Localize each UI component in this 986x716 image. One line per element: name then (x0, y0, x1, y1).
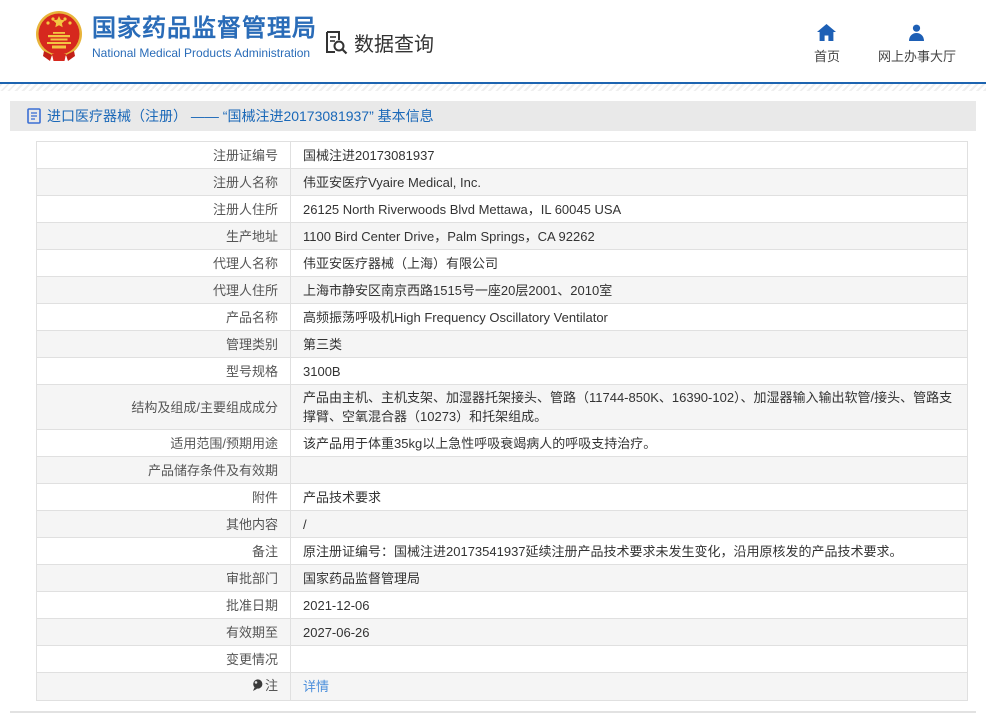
nav-service-hall[interactable]: 网上办事大厅 (878, 24, 956, 65)
table-row: 附件产品技术要求 (37, 484, 968, 511)
breadcrumb-text: 进口医疗器械（注册） —— “国械注进20173081937” 基本信息 (47, 106, 434, 126)
table-row: 代理人住所上海市静安区南京西路1515号一座20层2001、2010室 (37, 277, 968, 304)
row-value: 2027-06-26 (291, 619, 968, 646)
china-national-emblem-icon (34, 9, 84, 65)
org-name-zh: 国家药品监督管理局 (92, 15, 317, 43)
row-value: 1100 Bird Center Drive，Palm Springs，CA 9… (291, 223, 968, 250)
breadcrumb: 进口医疗器械（注册） —— “国械注进20173081937” 基本信息 (10, 101, 976, 131)
row-label: 批准日期 (37, 592, 291, 619)
nav-service-hall-label: 网上办事大厅 (878, 46, 956, 65)
table-row: 注册证编号国械注进20173081937 (37, 142, 968, 169)
row-value: 26125 North Riverwoods Blvd Mettawa，IL 6… (291, 196, 968, 223)
row-label: 注 (37, 673, 291, 701)
table-row: 批准日期2021-12-06 (37, 592, 968, 619)
table-row: 注详情 (37, 673, 968, 701)
info-table-body: 注册证编号国械注进20173081937注册人名称伟亚安医疗Vyaire Med… (37, 142, 968, 701)
row-value: 上海市静安区南京西路1515号一座20层2001、2010室 (291, 277, 968, 304)
row-value: 产品技术要求 (291, 484, 968, 511)
row-label: 变更情况 (37, 646, 291, 673)
detail-link[interactable]: 详情 (303, 679, 329, 694)
table-row: 适用范围/预期用途该产品用于体重35kg以上急性呼吸衰竭病人的呼吸支持治疗。 (37, 430, 968, 457)
row-label: 管理类别 (37, 331, 291, 358)
row-value (291, 646, 968, 673)
row-value: 该产品用于体重35kg以上急性呼吸衰竭病人的呼吸支持治疗。 (291, 430, 968, 457)
table-row: 产品储存条件及有效期 (37, 457, 968, 484)
row-label: 代理人名称 (37, 250, 291, 277)
note-pin-icon (252, 678, 263, 697)
nmpa-logo[interactable]: 国家药品监督管理局 National Medical Products Admi… (34, 9, 317, 65)
table-row: 有效期至2027-06-26 (37, 619, 968, 646)
table-row: 审批部门国家药品监督管理局 (37, 565, 968, 592)
table-row: 注册人名称伟亚安医疗Vyaire Medical, Inc. (37, 169, 968, 196)
home-icon (817, 24, 836, 41)
row-label: 注册证编号 (37, 142, 291, 169)
row-label: 产品名称 (37, 304, 291, 331)
header-nav: 首页 网上办事大厅 (814, 24, 956, 65)
row-value: 高频振荡呼吸机High Frequency Oscillatory Ventil… (291, 304, 968, 331)
row-value: 伟亚安医疗Vyaire Medical, Inc. (291, 169, 968, 196)
person-icon (908, 24, 925, 41)
table-row: 型号规格3100B (37, 358, 968, 385)
row-label: 附件 (37, 484, 291, 511)
row-value: 国家药品监督管理局 (291, 565, 968, 592)
row-value: 3100B (291, 358, 968, 385)
row-value: 原注册证编号：国械注进20173541937延续注册产品技术要求未发生变化，沿用… (291, 538, 968, 565)
org-name-en: National Medical Products Administration (92, 46, 317, 60)
nav-home-label: 首页 (814, 46, 840, 65)
row-value: 产品由主机、主机支架、加湿器托架接头、管路（11744-850K、16390-1… (291, 385, 968, 430)
org-titles: 国家药品监督管理局 National Medical Products Admi… (92, 15, 317, 60)
row-label: 适用范围/预期用途 (37, 430, 291, 457)
table-row: 注册人住所26125 North Riverwoods Blvd Mettawa… (37, 196, 968, 223)
table-row: 结构及组成/主要组成成分产品由主机、主机支架、加湿器托架接头、管路（11744-… (37, 385, 968, 430)
row-label: 型号规格 (37, 358, 291, 385)
header-hatch-divider (0, 84, 986, 91)
site-header: 国家药品监督管理局 National Medical Products Admi… (0, 0, 986, 84)
data-query-tab[interactable]: 数据查询 (322, 28, 434, 57)
row-value (291, 457, 968, 484)
row-label: 审批部门 (37, 565, 291, 592)
row-label: 注册人名称 (37, 169, 291, 196)
page: 国家药品监督管理局 National Medical Products Admi… (0, 0, 986, 716)
data-query-label: 数据查询 (354, 28, 434, 57)
row-label: 备注 (37, 538, 291, 565)
row-value: 第三类 (291, 331, 968, 358)
row-label: 代理人住所 (37, 277, 291, 304)
row-value: 2021-12-06 (291, 592, 968, 619)
table-row: 变更情况 (37, 646, 968, 673)
table-row: 生产地址1100 Bird Center Drive，Palm Springs，… (37, 223, 968, 250)
data-query-icon (322, 29, 349, 56)
row-label: 其他内容 (37, 511, 291, 538)
registration-info-table: 注册证编号国械注进20173081937注册人名称伟亚安医疗Vyaire Med… (36, 141, 968, 701)
row-label: 有效期至 (37, 619, 291, 646)
table-row: 代理人名称伟亚安医疗器械（上海）有限公司 (37, 250, 968, 277)
row-value: 伟亚安医疗器械（上海）有限公司 (291, 250, 968, 277)
row-label: 注册人住所 (37, 196, 291, 223)
table-row: 其他内容/ (37, 511, 968, 538)
row-label: 结构及组成/主要组成成分 (37, 385, 291, 430)
row-value: 详情 (291, 673, 968, 701)
table-row: 备注原注册证编号：国械注进20173541937延续注册产品技术要求未发生变化，… (37, 538, 968, 565)
table-row: 管理类别第三类 (37, 331, 968, 358)
row-value: 国械注进20173081937 (291, 142, 968, 169)
table-row: 产品名称高频振荡呼吸机High Frequency Oscillatory Ve… (37, 304, 968, 331)
row-label: 生产地址 (37, 223, 291, 250)
row-label: 产品储存条件及有效期 (37, 457, 291, 484)
footer-divider (10, 711, 976, 713)
document-icon (27, 108, 41, 124)
nav-home[interactable]: 首页 (814, 24, 840, 65)
row-value: / (291, 511, 968, 538)
